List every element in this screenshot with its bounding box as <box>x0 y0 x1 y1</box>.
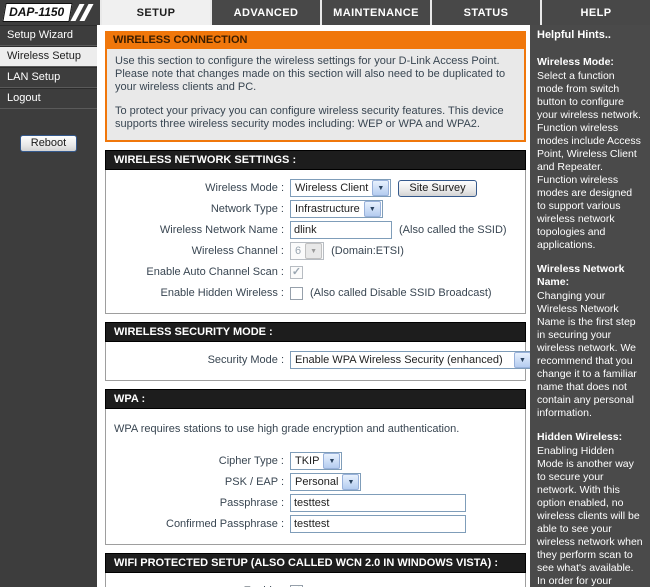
ssid-input[interactable] <box>290 221 392 239</box>
hint-body-hidden-wireless: Enabling Hidden Mode is another way to s… <box>537 445 643 587</box>
router-admin-page: DAP-1150 SETUP ADVANCED MAINTENANCE STAT… <box>0 0 650 587</box>
device-model-badge: DAP-1150 <box>2 3 72 22</box>
confirmed-passphrase-label: Confirmed Passphrase : <box>106 518 290 530</box>
helpful-hints-sidebar: Helpful Hints.. Wireless Mode: Select a … <box>530 25 650 587</box>
wps-panel: Enable : ✓ <box>105 573 526 587</box>
tab-advanced[interactable]: ADVANCED <box>210 0 320 25</box>
reboot-button[interactable]: Reboot <box>20 135 77 152</box>
psk-eap-value: Personal <box>291 476 342 488</box>
passphrase-input[interactable] <box>290 494 466 512</box>
sidebar-item-wireless-setup[interactable]: Wireless Setup <box>0 46 97 67</box>
network-settings-header: WIRELESS NETWORK SETTINGS : <box>105 150 526 170</box>
main-content: WIRELESS CONNECTION Use this section to … <box>100 25 530 587</box>
intro-paragraph-2: To protect your privacy you can configur… <box>115 105 516 131</box>
hint-heading-wireless-network-name: Wireless Network Name: <box>537 263 643 289</box>
chevron-down-icon: ▼ <box>342 474 359 490</box>
security-mode-panel: Security Mode : Enable WPA Wireless Secu… <box>105 342 526 381</box>
chevron-down-icon: ▼ <box>514 352 530 368</box>
tab-setup[interactable]: SETUP <box>100 0 210 25</box>
wireless-channel-label: Wireless Channel : <box>106 245 290 257</box>
channel-domain-note: (Domain:ETSI) <box>331 245 404 257</box>
auto-channel-scan-checkbox: ✓ <box>290 266 303 279</box>
wireless-mode-value: Wireless Client <box>291 182 372 194</box>
wireless-connection-header: WIRELESS CONNECTION <box>105 31 526 49</box>
tab-status[interactable]: STATUS <box>430 0 540 25</box>
chevron-down-icon: ▼ <box>372 180 389 196</box>
sidebar-item-lan-setup[interactable]: LAN Setup <box>0 67 97 88</box>
psk-eap-select[interactable]: Personal ▼ <box>290 473 361 491</box>
wireless-connection-intro: Use this section to configure the wirele… <box>105 49 526 142</box>
left-sidebar: Setup Wizard Wireless Setup LAN Setup Lo… <box>0 25 100 587</box>
wireless-mode-label: Wireless Mode : <box>106 182 290 194</box>
device-logo: DAP-1150 <box>0 0 100 25</box>
security-mode-value: Enable WPA Wireless Security (enhanced) <box>291 354 507 366</box>
wireless-mode-select[interactable]: Wireless Client ▼ <box>290 179 391 197</box>
wps-header: WIFI PROTECTED SETUP (ALSO CALLED WCN 2.… <box>105 553 526 573</box>
auto-channel-scan-label: Enable Auto Channel Scan : <box>106 266 290 278</box>
device-model-label: DAP-1150 <box>9 5 64 19</box>
security-mode-label: Security Mode : <box>106 354 290 366</box>
nav-tabs: SETUP ADVANCED MAINTENANCE STATUS HELP <box>100 0 650 25</box>
network-settings-panel: Wireless Mode : Wireless Client ▼ Site S… <box>105 170 526 314</box>
chevron-down-icon: ▼ <box>364 201 381 217</box>
network-type-value: Infrastructure <box>291 203 364 215</box>
intro-paragraph-1: Use this section to configure the wirele… <box>115 55 516 94</box>
top-nav: DAP-1150 SETUP ADVANCED MAINTENANCE STAT… <box>0 0 650 25</box>
cipher-type-select[interactable]: TKIP ▼ <box>290 452 342 470</box>
site-survey-button[interactable]: Site Survey <box>398 180 476 197</box>
sidebar-item-setup-wizard[interactable]: Setup Wizard <box>0 25 97 46</box>
sidebar-item-logout[interactable]: Logout <box>0 88 97 109</box>
wpa-header: WPA : <box>105 389 526 409</box>
wireless-channel-select: 6 ▼ <box>290 242 324 260</box>
hint-body-wireless-network-name: Changing your Wireless Network Name is t… <box>537 290 643 420</box>
tab-maintenance[interactable]: MAINTENANCE <box>320 0 430 25</box>
hint-body-wireless-mode: Select a function mode from switch butto… <box>537 70 643 252</box>
hint-heading-hidden-wireless: Hidden Wireless: <box>537 431 643 444</box>
hidden-wireless-label: Enable Hidden Wireless : <box>106 287 290 299</box>
security-mode-header: WIRELESS SECURITY MODE : <box>105 322 526 342</box>
security-mode-select[interactable]: Enable WPA Wireless Security (enhanced) … <box>290 351 530 369</box>
tab-help[interactable]: HELP <box>540 0 650 25</box>
wpa-description: WPA requires stations to use high grade … <box>106 415 525 449</box>
hidden-wireless-note: (Also called Disable SSID Broadcast) <box>310 287 492 299</box>
ssid-label: Wireless Network Name : <box>106 224 290 236</box>
wireless-channel-value: 6 <box>291 245 305 257</box>
passphrase-label: Passphrase : <box>106 497 290 509</box>
confirmed-passphrase-input[interactable] <box>290 515 466 533</box>
hints-title: Helpful Hints.. <box>537 29 643 42</box>
chevron-down-icon: ▼ <box>305 243 322 259</box>
hidden-wireless-checkbox[interactable] <box>290 287 303 300</box>
ssid-note: (Also called the SSID) <box>399 224 507 236</box>
network-type-label: Network Type : <box>106 203 290 215</box>
psk-eap-label: PSK / EAP : <box>106 476 290 488</box>
wpa-panel: WPA requires stations to use high grade … <box>105 409 526 545</box>
hint-heading-wireless-mode: Wireless Mode: <box>537 56 643 69</box>
cipher-type-label: Cipher Type : <box>106 455 290 467</box>
chevron-down-icon: ▼ <box>323 453 340 469</box>
network-type-select[interactable]: Infrastructure ▼ <box>290 200 383 218</box>
cipher-type-value: TKIP <box>291 455 323 467</box>
